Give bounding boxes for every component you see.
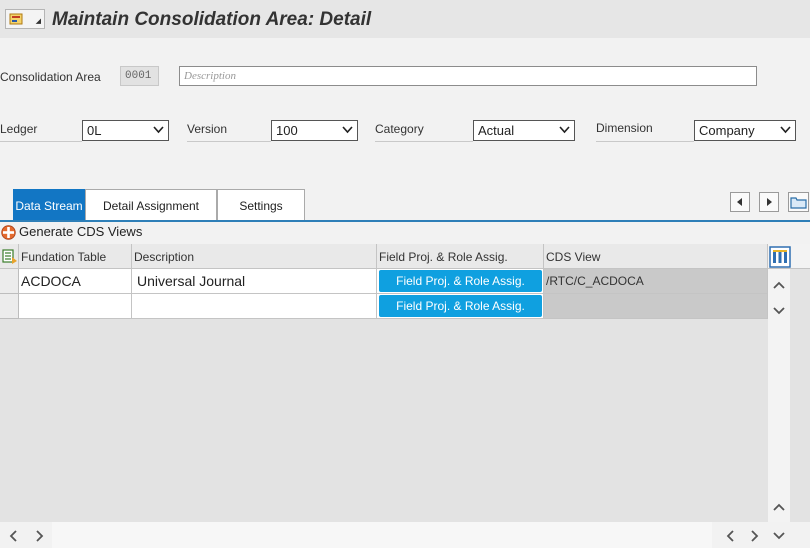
scroll-left-icon[interactable] [725,530,735,542]
tab-scroll-left-button[interactable] [730,192,750,212]
menu-button[interactable]: ◢ [5,9,45,29]
column-header-field-proj[interactable]: Field Proj. & Role Assig. [377,244,544,269]
column-settings-icon [2,249,17,264]
triangle-right-icon [767,198,772,206]
table-cell-cds-view: /RTC/C_ACDOCA [544,269,768,294]
ledger-select[interactable]: 0L [82,120,169,141]
consolidation-area-field: 0001 [120,66,159,86]
dimension-underline [596,141,694,142]
chevron-down-icon [342,126,353,134]
version-label: Version [187,122,228,136]
table-settings-corner[interactable] [0,244,19,269]
tab-list-button[interactable] [788,192,809,212]
dimension-select[interactable]: Company [694,120,796,141]
generate-icon [1,225,16,240]
chevron-down-icon [559,126,570,134]
tab-settings[interactable]: Settings [217,189,305,221]
version-underline [187,141,271,142]
table-cell-button-wrap: Field Proj. & Role Assig. [377,269,544,294]
column-header-cds-view[interactable]: CDS View [544,244,768,269]
table-cell-button-wrap: Field Proj. & Role Assig. [377,294,544,319]
column-chooser-icon[interactable] [769,246,791,268]
category-label: Category [375,122,424,136]
scroll-up-icon[interactable] [772,502,786,512]
page-title: Maintain Consolidation Area: Detail [52,9,372,30]
ledger-value: 0L [87,123,102,138]
caret-icon: ◢ [35,18,41,25]
triangle-left-icon [737,198,742,206]
table-cell-fundation-table[interactable] [19,294,132,319]
data-stream-table: Fundation Table Description Field Proj. … [0,244,810,548]
column-config-cell [768,244,810,269]
field-proj-role-assig-button[interactable]: Field Proj. & Role Assig. [379,295,542,317]
category-underline [375,141,473,142]
column-header-fundation-table[interactable]: Fundation Table [19,244,132,269]
scroll-right-icon[interactable] [35,530,45,542]
vertical-scrollbar[interactable] [768,269,790,541]
scroll-right-icon[interactable] [750,530,760,542]
tab-strip-line [0,220,810,222]
scroll-track[interactable] [52,522,712,548]
field-proj-role-assig-button[interactable]: Field Proj. & Role Assig. [379,270,542,292]
menu-icon [9,13,23,25]
table-cell-description[interactable]: Universal Journal [132,269,377,294]
table-cell-description[interactable] [132,294,377,319]
scroll-up-icon[interactable] [772,280,786,290]
tab-detail-assignment[interactable]: Detail Assignment [85,189,217,221]
ledger-underline [0,141,82,142]
scroll-down-icon[interactable] [772,306,786,316]
table-cell-fundation-table[interactable]: ACDOCA [19,269,132,294]
description-field[interactable]: Description [179,66,757,86]
dimension-label: Dimension [596,121,653,135]
chevron-down-icon [153,126,164,134]
ledger-label: Ledger [0,122,38,136]
dimension-value: Company [699,123,755,138]
row-selector[interactable] [0,294,19,319]
title-bar: ◢ Maintain Consolidation Area: Detail [0,0,810,38]
horizontal-scrollbar[interactable] [0,522,810,548]
scroll-left-icon[interactable] [8,530,18,542]
column-header-description[interactable]: Description [132,244,377,269]
row-selector[interactable] [0,269,19,294]
tab-scroll-right-button[interactable] [759,192,779,212]
scroll-down-icon[interactable] [772,531,786,541]
generate-label: Generate CDS Views [19,224,143,239]
version-value: 100 [276,123,298,138]
consolidation-area-label: Consolidation Area [0,70,101,84]
category-value: Actual [478,123,515,138]
table-cell-cds-view [544,294,768,319]
category-select[interactable]: Actual [473,120,575,141]
folder-icon [790,197,807,209]
version-select[interactable]: 100 [271,120,358,141]
tab-data-stream[interactable]: Data Stream [13,189,85,221]
chevron-down-icon [780,126,791,134]
